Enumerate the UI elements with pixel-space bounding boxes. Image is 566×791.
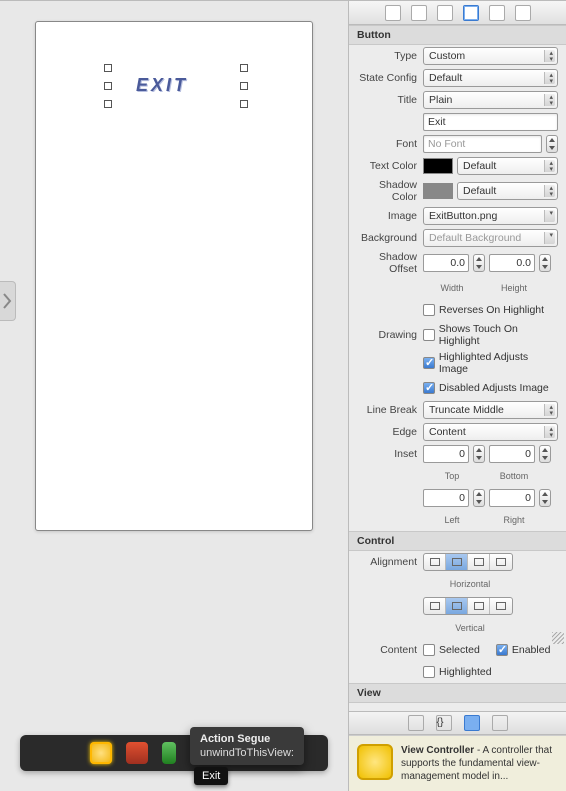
shadowcolor-swatch[interactable] — [423, 183, 453, 199]
segue-popup-item[interactable]: unwindToThisView: — [200, 747, 294, 759]
canvas-area[interactable]: EXIT Action Segue unwindToThisView: Exit — [0, 1, 348, 791]
lib-tab-2[interactable]: {} — [436, 715, 452, 731]
inspector-tabs — [349, 1, 566, 25]
segue-popup-header: Action Segue — [200, 733, 294, 745]
attributes-tab[interactable] — [463, 5, 479, 21]
selected-button[interactable]: EXIT — [108, 68, 244, 104]
shadow-w-field[interactable]: 0.0 — [423, 254, 469, 272]
quickhelp-tab[interactable] — [411, 5, 427, 21]
align-v-seg[interactable] — [423, 597, 513, 615]
title-mode-select[interactable]: Plain▴▾ — [423, 91, 558, 109]
section-control: Control — [349, 531, 566, 551]
identity-tab[interactable] — [437, 5, 453, 21]
resize-corner-icon[interactable] — [552, 632, 564, 644]
dock-firstresponder-icon[interactable] — [126, 742, 148, 764]
connections-tab[interactable] — [515, 5, 531, 21]
type-select[interactable]: Custom▴▾ — [423, 47, 558, 65]
dock-viewcontroller-icon[interactable] — [90, 742, 112, 764]
section-view: View — [349, 683, 566, 703]
background-select[interactable]: Default Background Image▾ — [423, 229, 558, 247]
disadj-check[interactable] — [423, 382, 435, 394]
library-item[interactable]: View Controller - A controller that supp… — [349, 735, 566, 791]
lib-tab-4[interactable] — [492, 715, 508, 731]
align-h-seg[interactable] — [423, 553, 513, 571]
font-field[interactable]: No Font — [423, 135, 542, 153]
inset-top[interactable]: 0 — [423, 445, 469, 463]
edge-select[interactable]: Content▴▾ — [423, 423, 558, 441]
inspector-panel: Button Type Custom▴▾ State Config Defaul… — [348, 1, 566, 791]
shadowcolor-select[interactable]: Default▴▾ — [457, 182, 558, 200]
lib-tab-1[interactable] — [408, 715, 424, 731]
linebreak-select[interactable]: Truncate Middle▴▾ — [423, 401, 558, 419]
image-select[interactable]: ExitButton.png▾ — [423, 207, 558, 225]
stateconfig-select[interactable]: Default▴▾ — [423, 69, 558, 87]
section-button: Button — [349, 25, 566, 45]
hladj-check[interactable] — [423, 357, 435, 369]
reverses-check[interactable] — [423, 304, 435, 316]
title-field[interactable]: Exit — [423, 113, 558, 131]
textcolor-swatch[interactable] — [423, 158, 453, 174]
tooltip-exit: Exit — [194, 767, 228, 785]
inset-right[interactable]: 0 — [489, 489, 535, 507]
size-tab[interactable] — [489, 5, 505, 21]
inset-bottom[interactable]: 0 — [489, 445, 535, 463]
highlighted-check[interactable] — [423, 666, 435, 678]
dock-exit-icon[interactable] — [162, 742, 176, 764]
inset-left[interactable]: 0 — [423, 489, 469, 507]
viewcontroller-icon — [357, 744, 393, 780]
device-canvas[interactable]: EXIT — [35, 21, 313, 531]
library-tabs: {} — [349, 711, 566, 735]
exit-button-image[interactable]: EXIT — [136, 75, 188, 96]
touch-check[interactable] — [423, 329, 435, 341]
shadow-h-field[interactable]: 0.0 — [489, 254, 535, 272]
file-inspector-tab[interactable] — [385, 5, 401, 21]
lib-tab-3[interactable] — [464, 715, 480, 731]
shadow-h-stepper[interactable] — [539, 254, 551, 272]
font-stepper[interactable] — [546, 135, 558, 153]
textcolor-select[interactable]: Default▴▾ — [457, 157, 558, 175]
canvas-collapse-arrow[interactable] — [0, 281, 16, 321]
shadow-w-stepper[interactable] — [473, 254, 485, 272]
segue-popup: Action Segue unwindToThisView: — [190, 727, 304, 765]
